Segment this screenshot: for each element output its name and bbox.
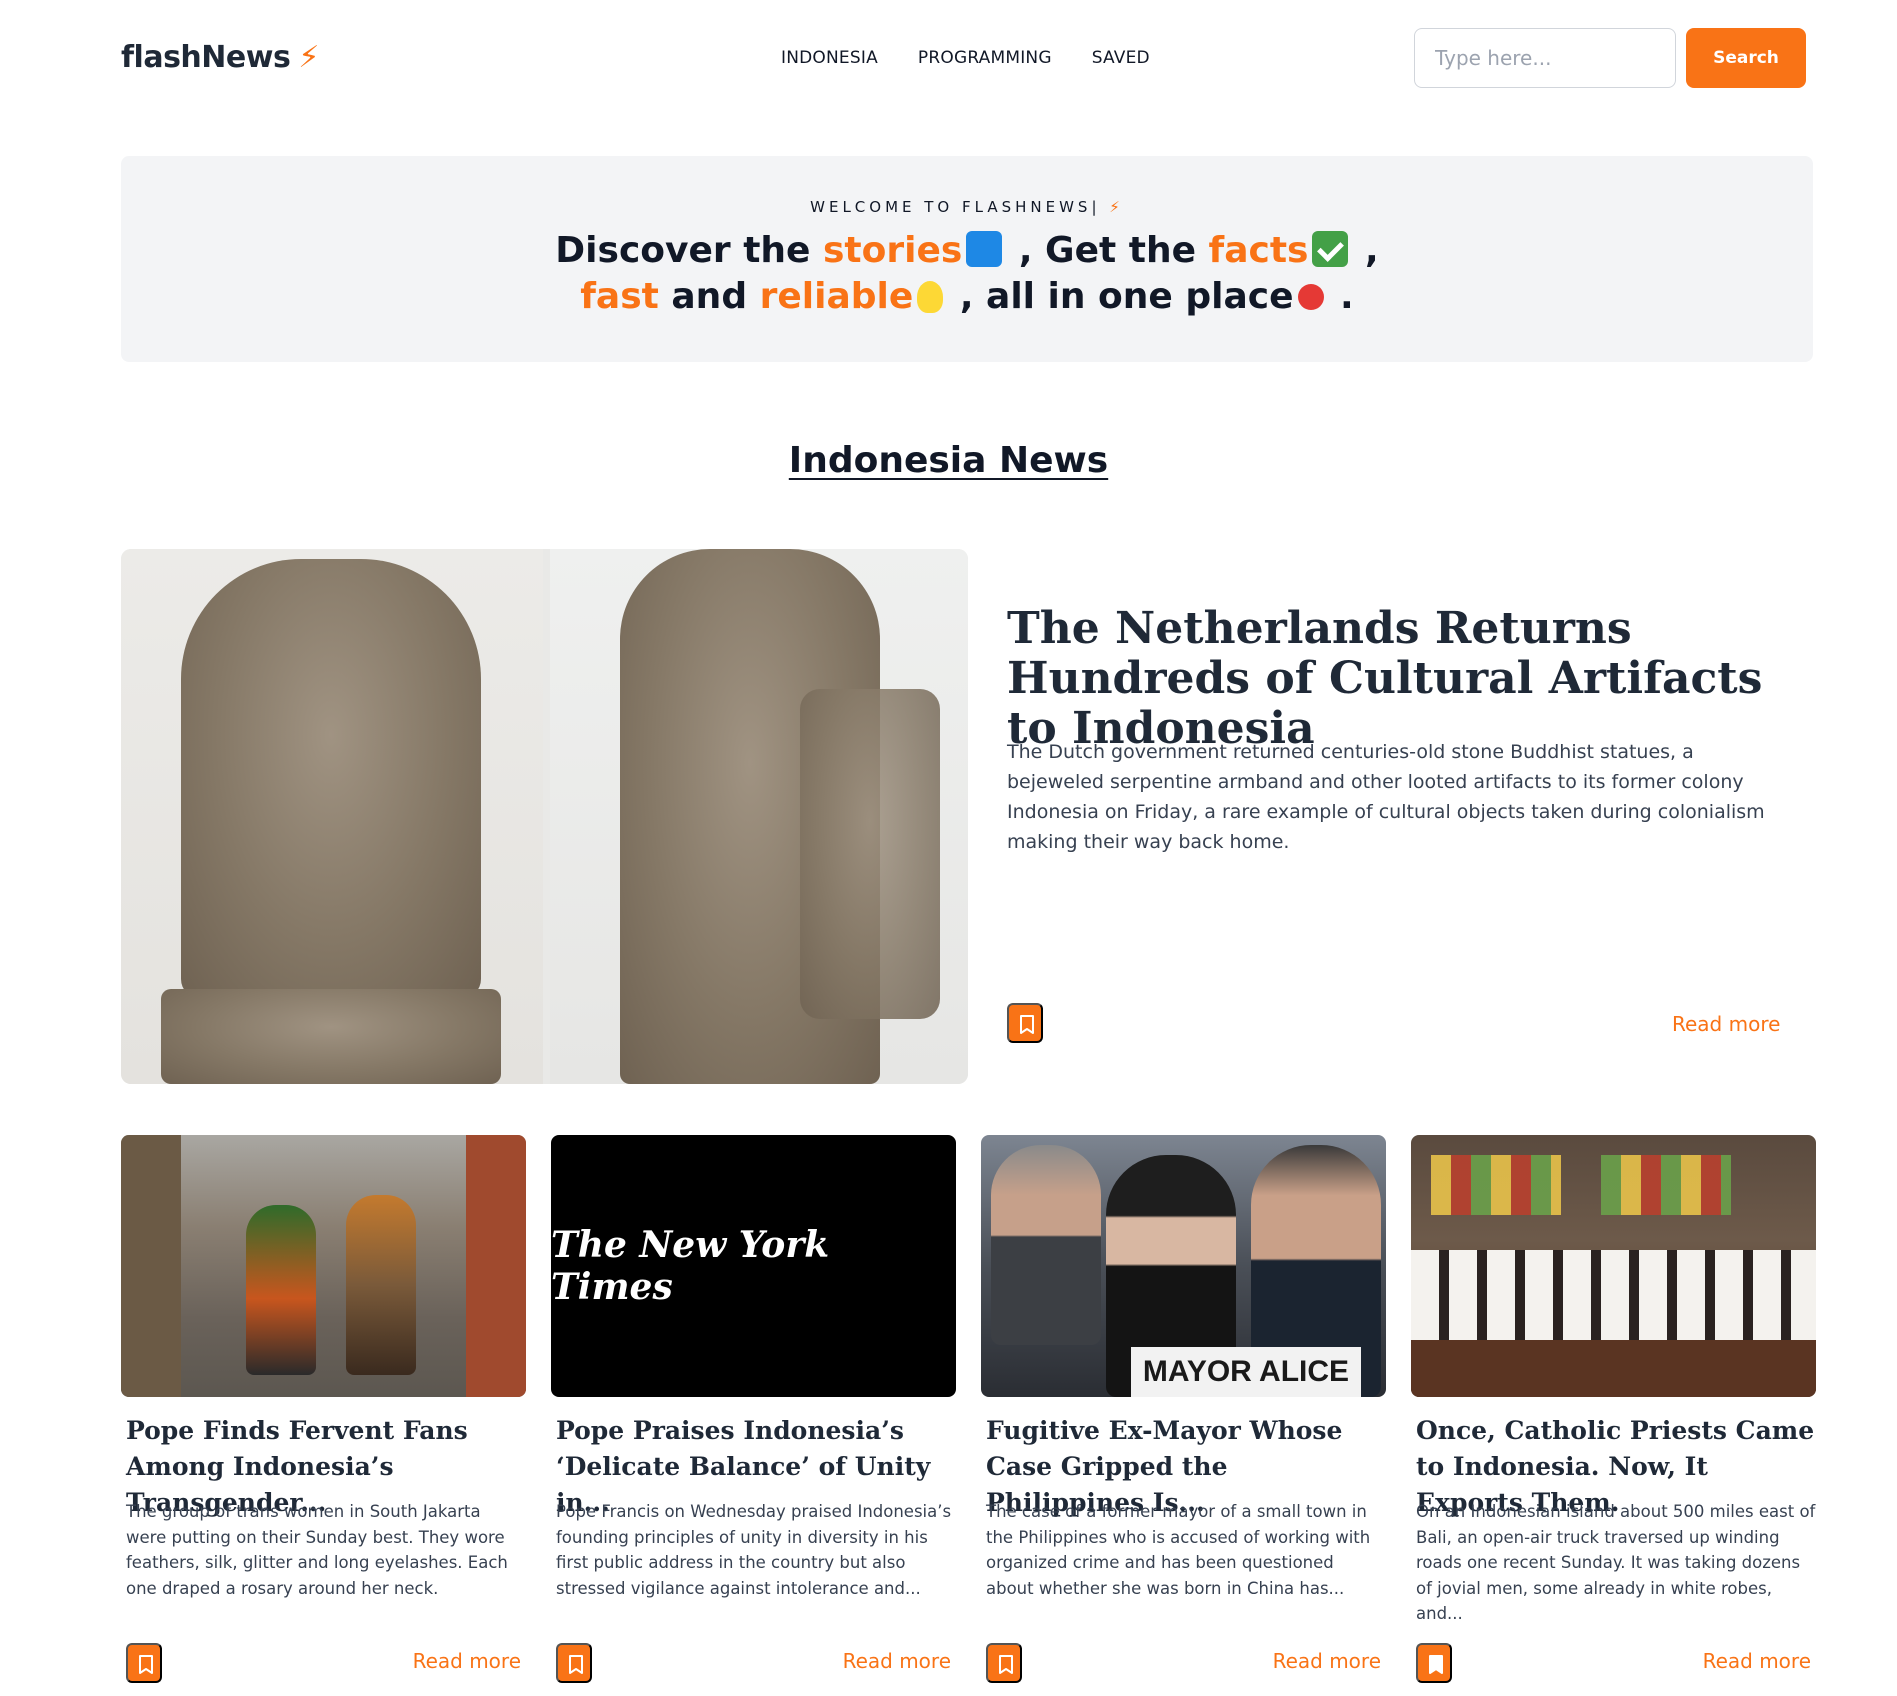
card-description: The group of trans women in South Jakart… bbox=[126, 1502, 508, 1598]
bookmark-button[interactable] bbox=[556, 1643, 592, 1683]
featured-article-title[interactable]: The Netherlands Returns Hundreds of Cult… bbox=[1007, 604, 1787, 754]
nav-item-indonesia[interactable]: INDONESIA bbox=[781, 48, 878, 68]
news-card: Pope Finds Fervent Fans Among Indonesia’… bbox=[121, 1135, 526, 1683]
welcome-banner: WELCOME TO FLASHNEWS| ⚡ Discover the sto… bbox=[121, 156, 1813, 362]
hero-tagline-line-1: Discover the stories , Get the facts , bbox=[121, 228, 1813, 274]
tagline-text: Discover the bbox=[555, 230, 823, 271]
read-more-link[interactable]: Read more bbox=[1703, 1649, 1811, 1673]
bookmark-icon bbox=[1020, 1015, 1034, 1034]
card-image-priests[interactable] bbox=[1411, 1135, 1816, 1397]
bookmark-icon bbox=[569, 1655, 583, 1674]
hero-tagline-line-2: fast and reliable , all in one place . bbox=[121, 274, 1813, 320]
tagline-text: . bbox=[1327, 276, 1354, 317]
search-button[interactable]: Search bbox=[1686, 28, 1806, 88]
tagline-text: , all in one place bbox=[947, 276, 1294, 317]
bookmark-button[interactable] bbox=[1007, 1003, 1043, 1043]
kicker-text: WELCOME TO FLASHNEWS| bbox=[810, 198, 1101, 216]
site-logo[interactable]: flashNews ⚡ bbox=[121, 40, 319, 75]
tagline-accent-reliable: reliable bbox=[759, 276, 914, 317]
statue-photo-left bbox=[121, 549, 543, 1084]
main-nav: INDONESIA PROGRAMMING SAVED bbox=[781, 48, 1150, 68]
tagline-text: and bbox=[658, 276, 760, 317]
tagline-accent-stories: stories bbox=[822, 230, 963, 271]
news-card: MAYOR ALICE GUO Fugitive Ex-Mayor Whose … bbox=[981, 1135, 1386, 1683]
read-more-link[interactable]: Read more bbox=[1672, 1012, 1780, 1036]
read-more-link[interactable]: Read more bbox=[1273, 1649, 1381, 1673]
card-image-mayor[interactable]: MAYOR ALICE GUO bbox=[981, 1135, 1386, 1397]
search-input[interactable] bbox=[1414, 28, 1676, 88]
bookmark-button[interactable] bbox=[1416, 1643, 1452, 1683]
tagline-accent-fast: fast bbox=[580, 276, 659, 317]
featured-article-image[interactable] bbox=[121, 549, 968, 1084]
bookmark-button[interactable] bbox=[126, 1643, 162, 1683]
nameplate: MAYOR ALICE GUO bbox=[1131, 1347, 1361, 1397]
card-description: Pope Francis on Wednesday praised Indone… bbox=[556, 1502, 952, 1598]
nav-item-saved[interactable]: SAVED bbox=[1092, 48, 1150, 68]
bookmark-icon bbox=[139, 1655, 153, 1674]
check-mark-icon bbox=[1312, 231, 1349, 267]
read-more-link[interactable]: Read more bbox=[843, 1649, 951, 1673]
lightning-bolt-icon: ⚡ bbox=[1109, 198, 1124, 216]
light-bulb-icon bbox=[917, 281, 944, 313]
blue-book-icon bbox=[966, 231, 1003, 267]
tagline-text: , Get the bbox=[1006, 230, 1209, 271]
featured-article-description: The Dutch government returned centuries-… bbox=[1007, 741, 1765, 853]
site-header: flashNews⚡ INDONESIA PROGRAMMING SAVED S… bbox=[121, 0, 1812, 117]
tagline-text: , bbox=[1352, 230, 1379, 271]
card-description: On an Indonesian island about 500 miles … bbox=[1416, 1502, 1816, 1623]
welcome-kicker: WELCOME TO FLASHNEWS| ⚡ bbox=[121, 198, 1813, 216]
bookmark-button[interactable] bbox=[986, 1643, 1022, 1683]
bookmark-icon bbox=[999, 1655, 1013, 1674]
statue-photo-right bbox=[550, 549, 968, 1084]
card-description: The case of a former mayor of a small to… bbox=[986, 1502, 1371, 1598]
bookmark-icon bbox=[1429, 1655, 1443, 1674]
card-image-nyt[interactable]: The New York Times bbox=[551, 1135, 956, 1397]
nyt-logo: The New York Times bbox=[551, 1224, 830, 1308]
news-card: Once, Catholic Priests Came to Indonesia… bbox=[1411, 1135, 1816, 1683]
section-title: Indonesia News bbox=[0, 440, 1897, 481]
lightning-bolt-icon: ⚡ bbox=[298, 40, 319, 75]
read-more-link[interactable]: Read more bbox=[413, 1649, 521, 1673]
card-image-pope-fans[interactable] bbox=[121, 1135, 526, 1397]
logo-text: flashNews bbox=[121, 40, 291, 75]
news-card: The New York Times Pope Praises Indonesi… bbox=[551, 1135, 956, 1683]
nav-item-programming[interactable]: PROGRAMMING bbox=[918, 48, 1052, 68]
pushpin-icon bbox=[1297, 284, 1324, 310]
tagline-accent-facts: facts bbox=[1208, 230, 1309, 271]
section-title-text: Indonesia News bbox=[788, 440, 1109, 481]
